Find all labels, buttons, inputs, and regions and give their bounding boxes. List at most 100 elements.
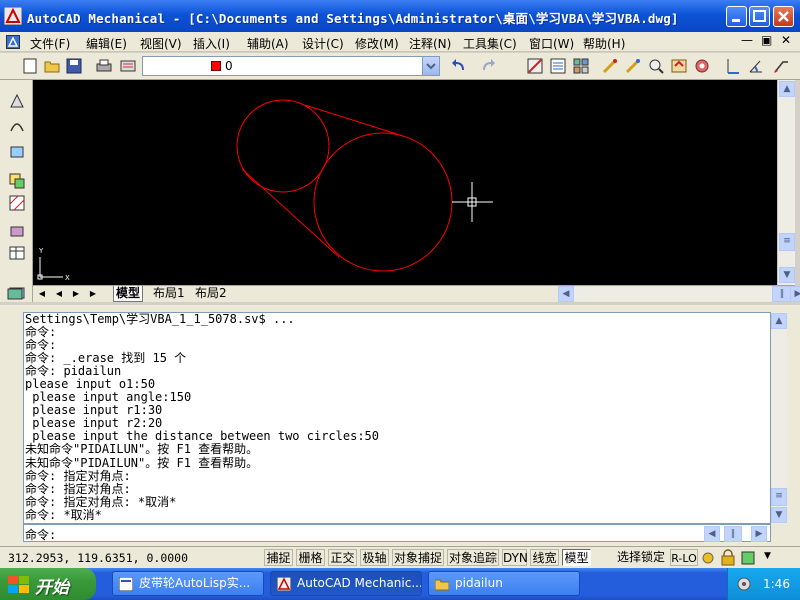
tab-model[interactable]: 模型	[113, 286, 144, 302]
large-pulley-circle[interactable]	[313, 132, 453, 272]
pan-icon[interactable]	[600, 56, 620, 76]
menu-help[interactable]: 帮助(H)	[583, 35, 625, 52]
scroll-up-arrow[interactable]: ▲	[771, 313, 787, 329]
print-icon[interactable]	[94, 56, 114, 76]
ortho-toggle[interactable]: 正交	[328, 549, 357, 566]
command-scrollbar[interactable]: ▲ ≡ ▼	[771, 312, 787, 524]
dimension-icon[interactable]	[723, 56, 743, 76]
design-center-icon[interactable]	[571, 56, 591, 76]
command-history[interactable]: Settings\Temp\学习VBA_1_1_5078.sv$ ... 命令:…	[23, 312, 771, 524]
dyn-toggle[interactable]: DYN	[502, 549, 528, 566]
menu-window[interactable]: 窗口(W)	[529, 35, 574, 52]
properties-icon[interactable]	[548, 56, 568, 76]
task-pidailun-folder[interactable]: pidailun	[428, 571, 580, 596]
menu-view[interactable]: 视图(V)	[140, 35, 182, 52]
layer-dropdown[interactable]: 0	[142, 56, 440, 76]
menu-edit[interactable]: 编辑(E)	[86, 35, 127, 52]
drawing-canvas[interactable]: Y X	[33, 80, 777, 285]
task-autocad[interactable]: AutoCAD Mechanic...	[270, 571, 422, 596]
coordinate-readout[interactable]: 312.2953, 119.6351, 0.0000	[8, 551, 188, 565]
redo-icon[interactable]	[478, 56, 498, 76]
new-file-icon[interactable]	[20, 56, 40, 76]
scroll-down-arrow[interactable]: ▼	[771, 507, 787, 523]
small-pulley-circle[interactable]	[236, 99, 330, 193]
snap-toggle[interactable]: 捕捉	[264, 549, 293, 566]
tray-settings-icon[interactable]	[740, 549, 756, 566]
model-toggle[interactable]: 模型	[562, 549, 591, 566]
match-properties-icon[interactable]	[525, 56, 545, 76]
doc-minimize-button[interactable]: —	[741, 33, 753, 47]
scroll-left-arrow[interactable]: ◀	[558, 286, 574, 302]
scroll-left-arrow[interactable]: ◀	[704, 526, 720, 542]
leader-icon[interactable]	[771, 56, 791, 76]
command-input[interactable]: 命令: ◀ ‖ ▶	[23, 524, 771, 542]
grid-toggle[interactable]: 栅格	[296, 549, 325, 566]
doc-restore-button[interactable]: ▣	[761, 33, 772, 47]
menu-file[interactable]: 文件(F)	[30, 35, 70, 52]
layer-color-swatch	[211, 61, 221, 71]
save-icon[interactable]	[64, 56, 84, 76]
insert-block-icon[interactable]	[8, 172, 26, 190]
hscroll-thumb[interactable]: ‖	[772, 286, 792, 302]
volume-icon[interactable]	[736, 576, 752, 592]
plot-preview-icon[interactable]	[118, 56, 138, 76]
otrack-toggle[interactable]: 对象追踪	[447, 549, 499, 566]
menu-assist[interactable]: 辅助(A)	[247, 35, 289, 52]
autocad-app-icon[interactable]	[4, 7, 22, 25]
tab-prev-arrow[interactable]: ◀	[53, 287, 65, 300]
rlo-indicator[interactable]: R-LO	[670, 549, 698, 566]
layer-dropdown-arrow[interactable]	[422, 57, 439, 75]
document-icon[interactable]	[6, 35, 20, 49]
toolset-icon[interactable]	[692, 56, 712, 76]
hatch-tool-icon[interactable]	[8, 194, 26, 212]
angular-dimension-icon[interactable]	[746, 56, 766, 76]
undo-icon[interactable]	[449, 56, 469, 76]
drawing-horizontal-scrollbar[interactable]: ◀ ‖ ▶	[558, 286, 800, 302]
region-tool-icon[interactable]	[8, 222, 26, 240]
menu-design[interactable]: 设计(C)	[302, 35, 344, 52]
selection-lock-label[interactable]: 选择锁定	[614, 549, 668, 566]
polar-toggle[interactable]: 极轴	[360, 549, 389, 566]
table-tool-icon[interactable]	[8, 244, 26, 262]
lower-belt-line[interactable]	[241, 168, 340, 258]
close-button[interactable]	[773, 6, 794, 27]
tab-layout1[interactable]: 布局1	[151, 286, 187, 301]
zoom-window-icon[interactable]	[646, 56, 666, 76]
comm-center-icon[interactable]	[700, 549, 716, 566]
scroll-thumb[interactable]: ≡	[779, 233, 795, 251]
menu-annotate[interactable]: 注释(N)	[409, 35, 451, 52]
polygon-tool-icon[interactable]	[8, 92, 26, 110]
maximize-button[interactable]	[749, 6, 770, 27]
tab-layout2[interactable]: 布局2	[193, 286, 229, 301]
scroll-up-arrow[interactable]: ▲	[779, 81, 795, 97]
open-folder-icon[interactable]	[42, 56, 62, 76]
toolbar-lock-icon[interactable]	[720, 549, 736, 566]
task-autolisp-doc[interactable]: 皮带轮AutoLisp实...	[112, 571, 264, 596]
zoom-realtime-icon[interactable]	[623, 56, 643, 76]
scroll-right-arrow[interactable]: ▶	[751, 526, 767, 542]
drawing-vertical-scrollbar[interactable]: ▲ ≡ ▼	[777, 80, 795, 285]
tab-last-arrow[interactable]: ▶	[87, 287, 99, 300]
arc-tool-icon[interactable]	[8, 116, 26, 134]
zoom-previous-icon[interactable]	[669, 56, 689, 76]
layout-icon[interactable]	[6, 286, 24, 302]
drawing-area[interactable]: Y X	[33, 80, 777, 285]
upper-belt-line[interactable]	[304, 104, 404, 137]
scroll-down-arrow[interactable]: ▼	[779, 267, 795, 283]
tab-next-arrow[interactable]: ▶	[70, 287, 82, 300]
lineweight-toggle[interactable]: 线宽	[530, 549, 559, 566]
doc-close-button[interactable]: ✕	[781, 33, 791, 47]
scroll-right-arrow[interactable]: ▶	[790, 286, 800, 302]
tab-first-arrow[interactable]: ◀	[36, 287, 48, 300]
start-button[interactable]: 开始	[0, 568, 96, 600]
menu-modify[interactable]: 修改(M)	[355, 35, 399, 52]
menu-toolset[interactable]: 工具集(C)	[463, 35, 517, 52]
menu-insert[interactable]: 插入(I)	[193, 35, 230, 52]
block-tool-icon[interactable]	[8, 142, 26, 160]
minimize-button[interactable]	[726, 6, 747, 27]
hscroll-thumb[interactable]: ‖	[724, 526, 742, 542]
scroll-thumb[interactable]: ≡	[771, 488, 787, 506]
status-menu-arrow[interactable]: ▼	[764, 551, 771, 561]
osnap-toggle[interactable]: 对象捕捉	[392, 549, 444, 566]
clock[interactable]: 1:46	[763, 577, 790, 591]
